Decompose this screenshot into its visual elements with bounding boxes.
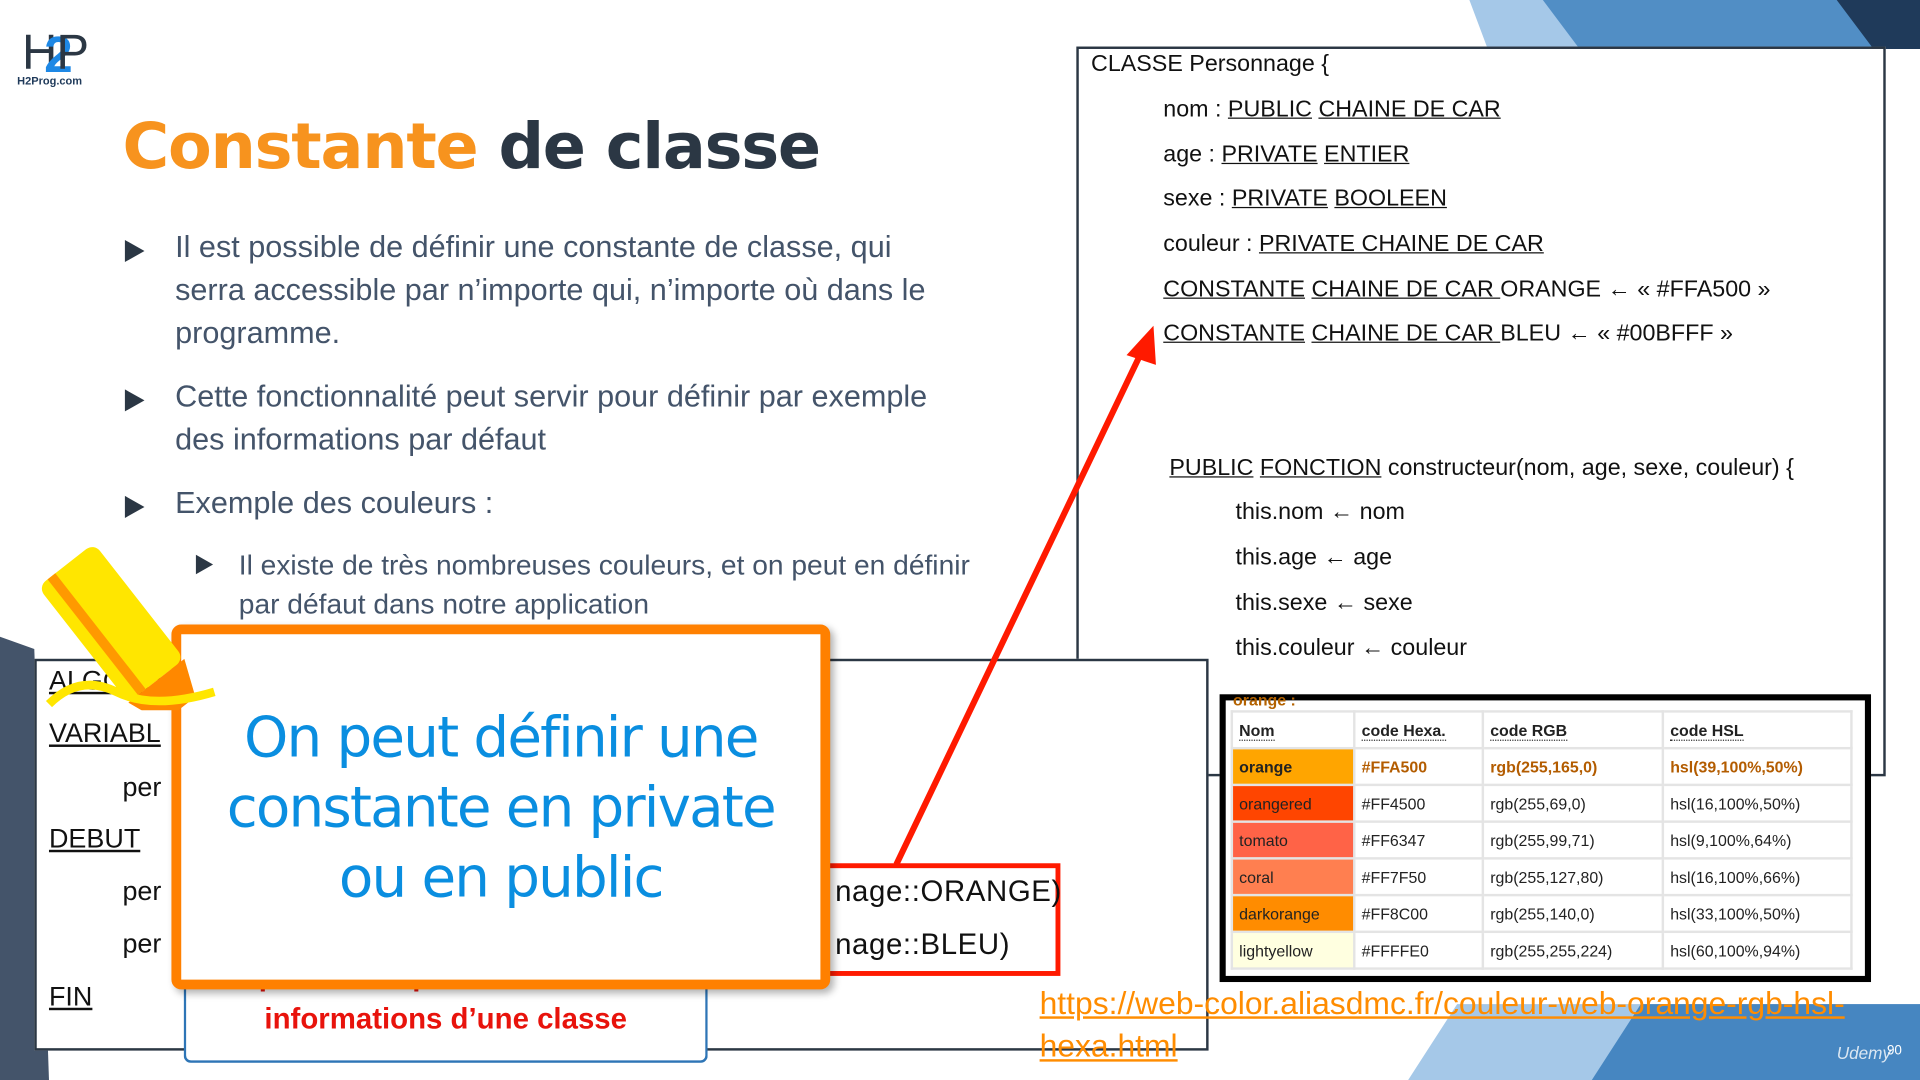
attribute-line: couleur : PRIVATE CHAINE DE CAR <box>1163 231 1544 258</box>
table-caption: orange : <box>1233 690 1296 709</box>
table-row: tomato #FF6347 rgb(255,99,71) hsl(9,100%… <box>1230 820 1853 860</box>
attribute-line: nom : PUBLIC CHAINE DE CAR <box>1163 96 1501 123</box>
udemy-watermark: Udemy <box>1836 1043 1892 1063</box>
page-number: 90 <box>1886 1043 1902 1058</box>
attribute-line: age : PRIVATE ENTIER <box>1163 142 1410 168</box>
table-row: orange #FFA500 rgb(255,165,0) hsl(39,100… <box>1230 746 1853 787</box>
table-row: darkorange #FF8C00 rgb(255,140,0) hsl(33… <box>1230 893 1853 934</box>
constant-line: CONSTANTE CHAINE DE CAR ORANGE ← « #FFA5… <box>1163 276 1771 303</box>
highlighter-icon <box>41 547 216 711</box>
reference-link[interactable]: https://web-color.aliasdmc.fr/couleur-we… <box>1040 982 1845 1068</box>
callout-box: On peut définir une constante en private o… <box>171 624 831 990</box>
table-row: coral #FF7F50 rgb(255,127,80) hsl(16,100… <box>1230 857 1853 897</box>
color-table-panel: orange : Nom code Hexa. code RGB code HS… <box>1219 690 1872 983</box>
slide: H 2 P H2Prog.com Constante de classe Il … <box>0 0 1920 1080</box>
constant-line: CONSTANTE CHAINE DE CAR BLEU ← « #00BFFF… <box>1163 320 1733 347</box>
color-table: Nom code Hexa. code RGB code HSL orange … <box>1230 710 1853 970</box>
table-row: orangered #FF4500 rgb(255,69,0) hsl(16,1… <box>1230 783 1853 823</box>
table-row: lightyellow #FFFFE0 rgb(255,255,224) hsl… <box>1230 930 1853 970</box>
attribute-line: sexe : PRIVATE BOOLEEN <box>1163 186 1447 212</box>
